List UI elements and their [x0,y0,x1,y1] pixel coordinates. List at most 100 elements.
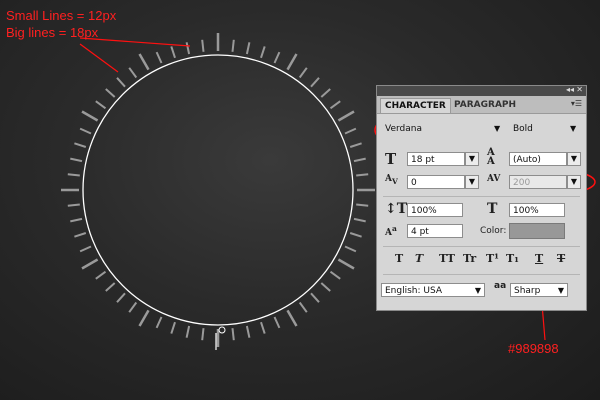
small-tick [185,42,191,55]
font-size-field[interactable]: 18 pt [407,152,465,166]
collapse-icon[interactable]: ◂◂ [566,85,574,94]
small-tick [105,88,116,98]
chevron-down-icon[interactable]: ▼ [570,124,576,133]
kerning-field[interactable]: 0 [407,175,465,189]
small-tick [245,42,251,55]
panel-title-bar[interactable]: ◂◂ ✕ [377,85,586,96]
small-tick [310,77,320,88]
small-tick [155,51,163,64]
vertical-scale-field[interactable]: 100% [407,203,463,217]
big-tick [286,309,298,327]
small-tick [356,173,369,177]
color-swatch[interactable] [509,223,565,239]
small-tick [74,142,87,148]
leading-dropdown-icon[interactable]: ▼ [567,152,581,166]
underline-button[interactable]: T [535,252,543,265]
font-family-value: Verdana [385,124,422,134]
color-label: Color: [480,226,507,236]
faux-bold-button[interactable]: T [395,252,403,265]
subscript-button[interactable]: T₁ [506,252,519,265]
horizontal-scale-icon: T [487,201,498,217]
small-caps-button[interactable]: Tr [463,252,476,265]
small-tick [79,245,92,253]
small-tick [70,157,83,163]
small-tick [344,245,357,253]
small-tick [273,51,281,64]
superscript-button[interactable]: T¹ [486,252,499,265]
chevron-down-icon[interactable]: ▼ [494,124,500,133]
character-panel: ◂◂ ✕ CHARACTER PARAGRAPH ▾☰ Verdana ▼ Bo… [376,85,587,311]
annotation-color-value: #989898 [508,341,559,356]
small-tick [70,217,83,223]
chevron-down-icon[interactable]: ▼ [475,284,481,298]
big-tick [81,110,99,122]
font-style-value: Bold [513,124,533,134]
small-tick [344,127,357,135]
small-tick [231,328,235,341]
small-tick [201,39,205,52]
baseline-shift-field[interactable]: 4 pt [407,224,463,238]
kerning-icon: AV [385,174,398,186]
small-tick [245,325,251,338]
small-tick [298,301,308,313]
small-tick [353,157,366,163]
tick-marks [61,33,375,347]
antialias-select[interactable]: Sharp ▼ [510,283,568,297]
small-tick [353,217,366,223]
small-tick [349,232,362,238]
small-tick [320,282,331,292]
antialias-icon: aa [494,281,507,291]
tab-character[interactable]: CHARACTER [380,98,451,113]
antialias-value: Sharp [514,286,541,296]
tracking-dropdown-icon[interactable]: ▼ [567,175,581,189]
small-tick [95,270,107,280]
big-tick [81,258,99,270]
chevron-down-icon[interactable]: ▼ [558,284,564,298]
small-tick [116,77,126,88]
horizontal-scale-field[interactable]: 100% [509,203,565,217]
font-size-icon: T [385,150,397,168]
kerning-dropdown-icon[interactable]: ▼ [465,175,479,189]
big-tick [138,53,150,71]
strikethrough-button[interactable]: T [557,252,565,265]
anchor-point [218,326,226,334]
tab-paragraph[interactable]: PARAGRAPH [450,98,520,112]
small-tick [128,67,138,79]
font-size-dropdown-icon[interactable]: ▼ [465,152,479,166]
tracking-field[interactable]: 200 [509,175,567,189]
small-tick [349,142,362,148]
small-tick [79,127,92,135]
pointer-big-lines [79,43,119,73]
small-tick [310,292,320,303]
vertical-scale-icon: ↕T [385,201,408,217]
small-tick [298,67,308,79]
divider [383,196,580,197]
small-tick [155,316,163,329]
panel-menu-icon[interactable]: ▾☰ [571,99,582,108]
antialias-icon-text: a [500,281,507,291]
small-tick [320,88,331,98]
annotation-small-lines: Small Lines = 12px [6,8,117,23]
small-tick [201,328,205,341]
small-tick [260,321,266,334]
small-tick [273,316,281,329]
big-tick [138,309,150,327]
divider [383,274,580,275]
small-tick [128,301,138,313]
small-tick [116,292,126,303]
small-tick [185,325,191,338]
small-tick [67,173,80,177]
language-select[interactable]: English: USA ▼ [381,283,485,297]
small-tick [170,321,176,334]
small-tick [95,100,107,110]
all-caps-button[interactable]: TT [439,252,455,265]
circle-outline [82,54,354,326]
close-icon[interactable]: ✕ [576,85,583,94]
leading-icon: AA [487,147,495,167]
faux-italic-button[interactable]: T [415,252,423,265]
small-tick [356,203,369,207]
leading-field[interactable]: (Auto) [509,152,567,166]
big-tick [337,110,355,122]
small-tick [170,46,176,59]
font-family-select[interactable]: Verdana [382,122,502,136]
